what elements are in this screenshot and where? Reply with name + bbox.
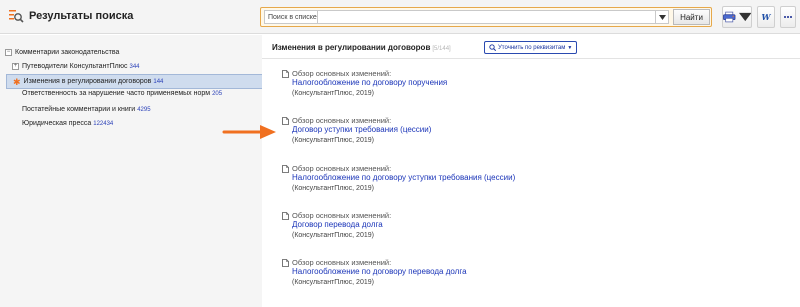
find-button[interactable]: Найти [673,9,710,25]
tree-item-count: 4295 [137,106,151,113]
document-icon [282,212,289,220]
document-icon [282,70,289,78]
category-tree: − Комментарии законодательства + Путевод… [0,35,264,307]
result-label: Обзор основных изменений: [292,164,392,173]
chevron-down-icon [658,14,666,20]
result-label: Обзор основных изменений: [292,69,392,78]
tree-root-label: Комментарии законодательства [15,49,120,56]
app-title-area: Результаты поиска [8,8,133,24]
print-button[interactable] [722,6,752,28]
refine-by-details-button[interactable]: Уточнить по реквизитам ▼ [484,41,578,54]
chevron-down-icon [738,12,751,22]
results-count: [5/144] [432,46,451,52]
results-title-text: Изменения в регулировании договоров [272,43,431,52]
more-icon [784,16,792,18]
result-link[interactable]: Налогообложение по договору уступки треб… [292,173,515,182]
tree-item-count: 205 [212,90,223,97]
result-source: (КонсультантПлюс, 2019) [292,232,374,239]
result-source: (КонсультантПлюс, 2019) [292,90,374,97]
arrow-icon [222,125,276,139]
export-word-button[interactable]: W [757,6,775,28]
result-label: Обзор основных изменений: [292,258,392,267]
tree-item-contract-changes[interactable]: ✱ Изменения в регулировании договоров 14… [6,74,264,89]
results-title: Изменения в регулировании договоров [5/14… [272,43,451,52]
result-link[interactable]: Договор перевода долга [292,220,383,229]
collapse-toggle[interactable]: − [5,49,12,56]
chevron-down-icon: ▼ [567,44,573,51]
printer-icon [723,11,736,23]
tree-item-count: 122434 [93,120,114,127]
tree-root-item[interactable]: − Комментарии законодательства [5,49,119,56]
page-title: Результаты поиска [29,10,134,22]
search-results-icon [8,8,24,24]
tree-item-label: Ответственность за нарушение часто приме… [22,90,211,97]
result-source: (КонсультантПлюс, 2019) [292,279,374,286]
expand-toggle[interactable]: + [12,63,19,70]
results-panel: Изменения в регулировании договоров [5/14… [262,35,800,307]
word-icon: W [761,12,771,22]
search-history-dropdown[interactable] [655,10,669,24]
tree-item-guides[interactable]: + Путеводители КонсультантПлюс 344 [12,63,140,70]
tree-item-liability[interactable]: Ответственность за нарушение часто приме… [22,90,222,97]
result-link[interactable]: Договор уступки требования (цессии) [292,125,431,134]
magnifier-icon [489,44,496,51]
result-link[interactable]: Налогообложение по договору перевода дол… [292,267,467,276]
result-link[interactable]: Налогообложение по договору поручения [292,78,447,87]
tree-item-commentaries[interactable]: Постатейные комментарии и книги 4295 [22,106,151,113]
document-icon [282,259,289,267]
tree-item-label: Изменения в регулировании договоров [23,78,152,85]
results-header: Изменения в регулировании договоров [5/14… [262,35,800,59]
top-toolbar: Результаты поиска Поиск в списке Найти W [0,0,800,34]
result-source: (КонсультантПлюс, 2019) [292,185,374,192]
more-button[interactable] [780,6,796,28]
tree-item-legal-press[interactable]: Юридическая пресса 122434 [22,120,113,127]
result-label: Обзор основных изменений: [292,116,392,125]
tree-item-count: 344 [129,63,140,70]
result-source: (КонсультантПлюс, 2019) [292,137,374,144]
search-list-box: Поиск в списке Найти [260,7,712,27]
search-input[interactable] [317,10,655,24]
tree-item-count: 144 [153,78,164,85]
tree-item-label: Путеводители КонсультантПлюс [22,63,128,70]
tree-item-label: Постатейные комментарии и книги [22,106,136,113]
search-scope-label: Поиск в списке [264,10,321,24]
tree-item-label: Юридическая пресса [22,120,92,127]
result-label: Обзор основных изменений: [292,211,392,220]
document-icon [282,117,289,125]
document-icon [282,165,289,173]
star-icon: ✱ [13,76,21,87]
refine-label: Уточнить по реквизитам [498,44,566,51]
